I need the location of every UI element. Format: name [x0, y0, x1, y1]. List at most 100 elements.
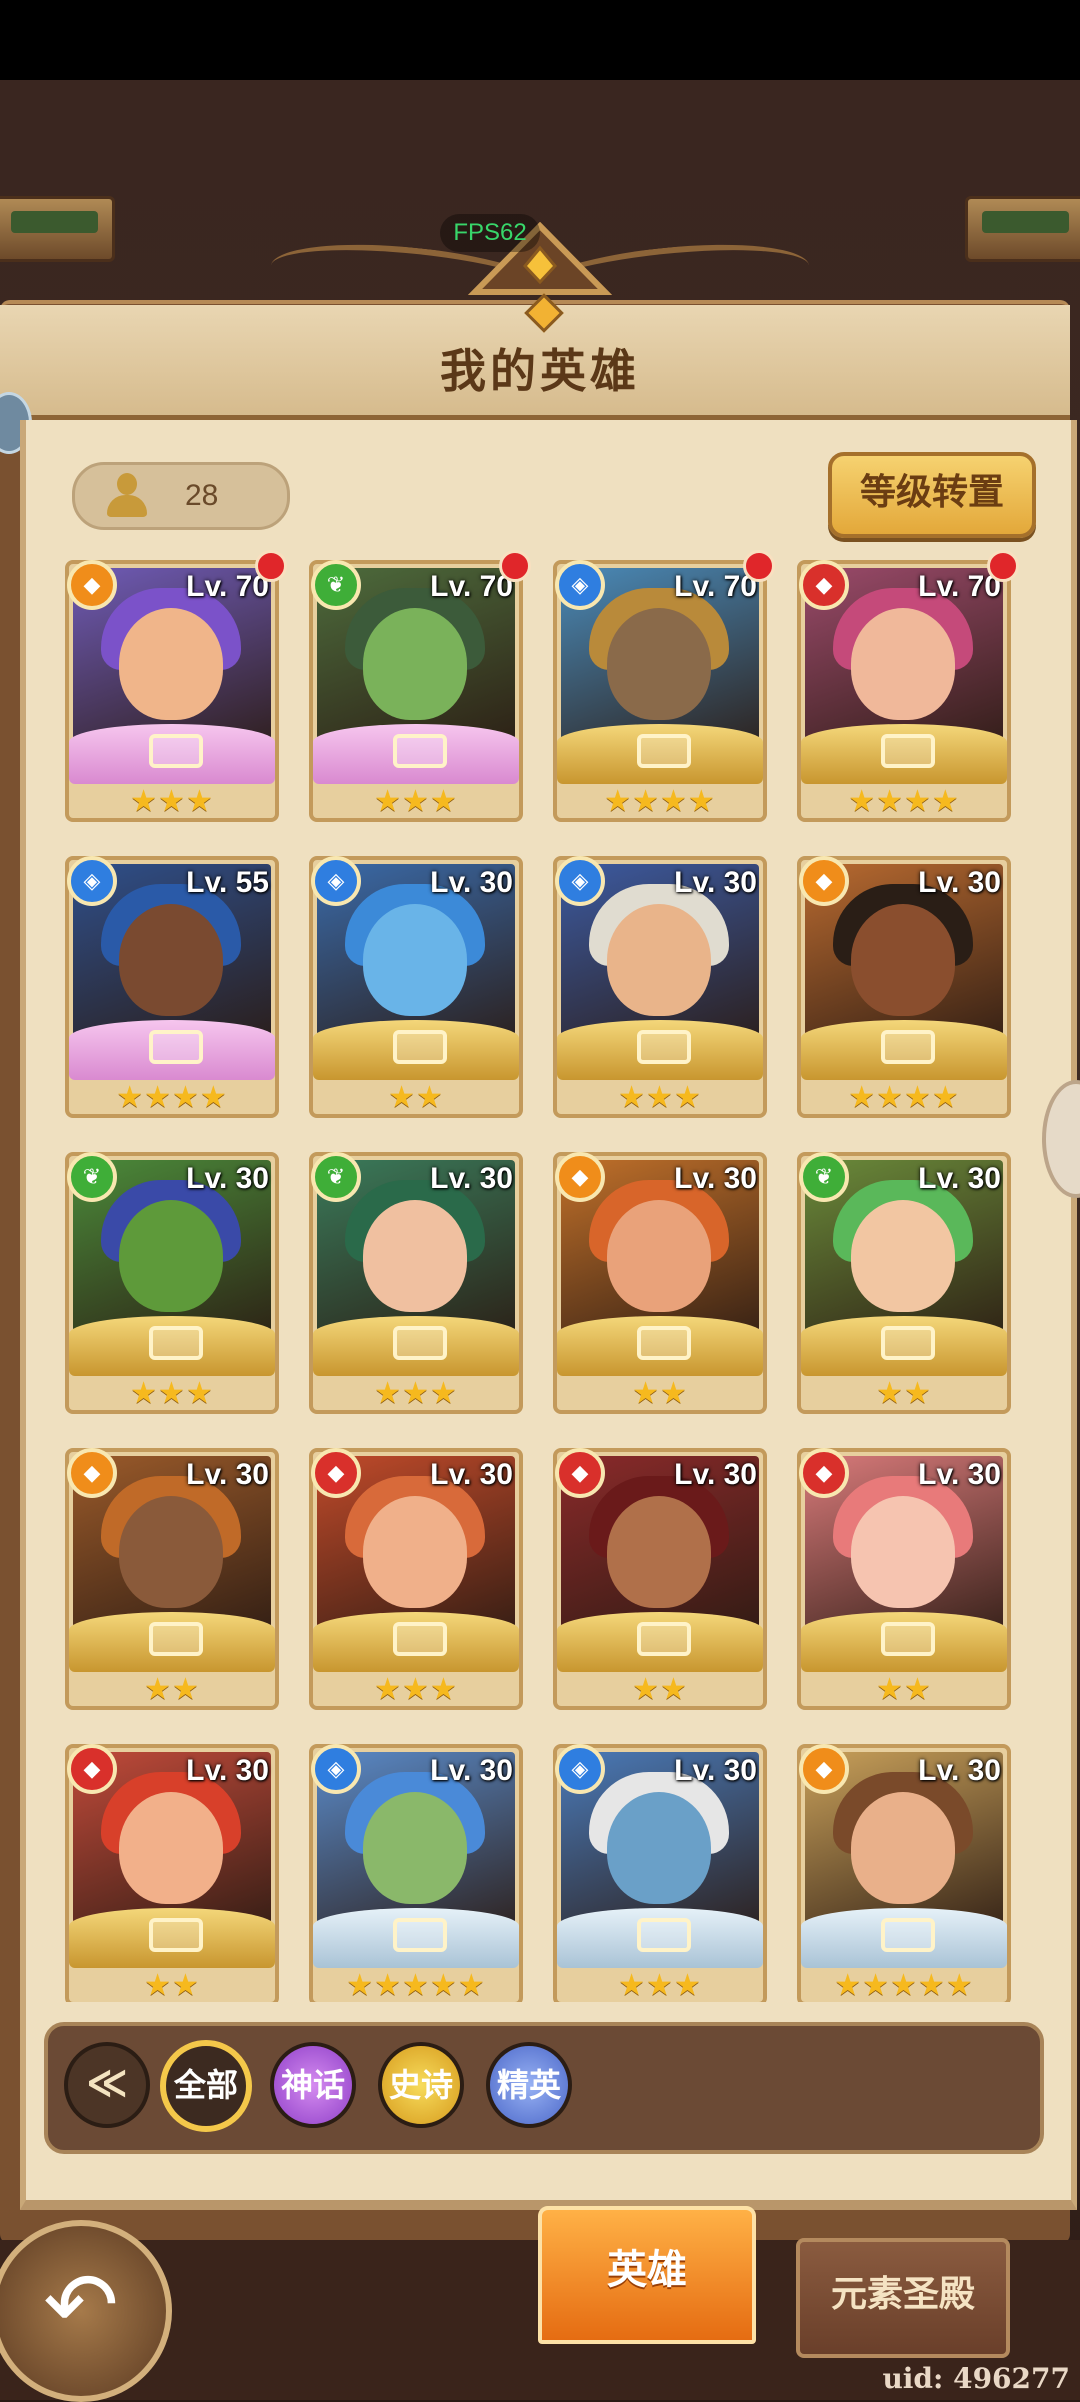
- frame-emblem-icon: [149, 734, 203, 768]
- hero-card[interactable]: Lv. 30 ◆ ★★: [65, 1448, 279, 1710]
- hero-card[interactable]: Lv. 30 ◈ ★★★★★: [309, 1744, 523, 2002]
- hero-card[interactable]: Lv. 30 ◆ ★★★★★: [797, 1744, 1011, 2002]
- hero-face: [851, 1792, 955, 1904]
- hero-level: Lv. 70: [186, 570, 269, 603]
- hero-level: Lv. 30: [674, 1162, 757, 1195]
- hero-stars: ★★★★★: [834, 1969, 974, 2002]
- hero-stars: ★★: [632, 1377, 688, 1410]
- hero-card[interactable]: Lv. 30 ◆ ★★: [553, 1448, 767, 1710]
- hero-stars: ★★★★★: [346, 1969, 486, 2002]
- frame-emblem-icon: [881, 1622, 935, 1656]
- frame-emblem-icon: [393, 1918, 447, 1952]
- frame-emblem-icon: [881, 1326, 935, 1360]
- hero-level: Lv. 55: [186, 866, 269, 899]
- hero-stars: ★★★: [374, 1377, 458, 1410]
- hero-card[interactable]: Lv. 30 ◈ ★★★: [553, 1744, 767, 2002]
- nature-element-icon: ❦: [67, 1152, 117, 1202]
- hero-grid: Lv. 70 ◆ ★★★ Lv. 70 ❦ ★★★ Lv. 70 ◈ ★★★★ Lv. 70 ◆ ★★…: [55, 550, 1025, 2002]
- hero-card[interactable]: Lv. 30 ❦ ★★: [797, 1152, 1011, 1414]
- person-icon: [105, 473, 149, 517]
- hero-level: Lv. 30: [918, 1754, 1001, 1787]
- frame-emblem-icon: [149, 1030, 203, 1064]
- filter-all-button[interactable]: 全部: [160, 2040, 252, 2132]
- hero-level: Lv. 70: [674, 570, 757, 603]
- fire-element-icon: ◆: [555, 1448, 605, 1498]
- hero-stars: ★★: [388, 1081, 444, 1114]
- hero-card[interactable]: Lv. 30 ❦ ★★★: [309, 1152, 523, 1414]
- hero-card[interactable]: Lv. 30 ◈ ★★: [309, 856, 523, 1118]
- hero-face: [119, 1496, 223, 1608]
- filter-epic-button[interactable]: 史诗: [378, 2042, 464, 2128]
- frame-emblem-icon: [637, 1326, 691, 1360]
- nature-element-icon: ❦: [311, 1152, 361, 1202]
- fire-element-icon: ◆: [67, 1744, 117, 1794]
- frame-emblem-icon: [393, 1030, 447, 1064]
- hero-count-value: 28: [185, 479, 219, 512]
- hero-card[interactable]: Lv. 30 ◆ ★★: [797, 1448, 1011, 1710]
- hero-card[interactable]: Lv. 30 ◆ ★★★: [309, 1448, 523, 1710]
- tab-heroes[interactable]: 英雄: [538, 2206, 756, 2344]
- frame-emblem-icon: [637, 1622, 691, 1656]
- hero-face: [363, 1496, 467, 1608]
- hero-face: [607, 904, 711, 1016]
- filter-myth-button[interactable]: 神话: [270, 2042, 356, 2128]
- hero-face: [119, 904, 223, 1016]
- hero-card[interactable]: Lv. 30 ◆ ★★★★: [797, 856, 1011, 1118]
- user-id-label: uid: 496277: [882, 2362, 1070, 2395]
- hero-card[interactable]: Lv. 30 ◈ ★★★: [553, 856, 767, 1118]
- hero-stars: ★★: [632, 1673, 688, 1706]
- hero-card[interactable]: Lv. 70 ◆ ★★★★: [797, 550, 1019, 822]
- nature-element-icon: ❦: [311, 560, 361, 610]
- hero-card[interactable]: Lv. 30 ◆ ★★: [65, 1744, 279, 2002]
- frame-emblem-icon: [881, 734, 935, 768]
- frame-emblem-icon: [637, 1030, 691, 1064]
- hero-level: Lv. 30: [430, 1162, 513, 1195]
- hero-card[interactable]: Lv. 70 ◈ ★★★★: [553, 550, 775, 822]
- frame-emblem-icon: [881, 1030, 935, 1064]
- hero-count-pill: 28: [72, 462, 290, 530]
- collapse-filter-button[interactable]: ≪: [64, 2042, 150, 2128]
- status-bar: [0, 0, 1080, 80]
- earth-element-icon: ◆: [799, 856, 849, 906]
- hero-card[interactable]: Lv. 55 ◈ ★★★★: [65, 856, 279, 1118]
- hero-card[interactable]: Lv. 70 ◆ ★★★: [65, 550, 287, 822]
- fire-element-icon: ◆: [799, 560, 849, 610]
- hero-stars: ★★★★: [848, 785, 960, 818]
- hero-stars: ★★★: [374, 1673, 458, 1706]
- hero-stars: ★★: [876, 1673, 932, 1706]
- hero-level: Lv. 70: [918, 570, 1001, 603]
- hero-stars: ★★★: [618, 1081, 702, 1114]
- earth-element-icon: ◆: [799, 1744, 849, 1794]
- hero-stars: ★★★: [374, 785, 458, 818]
- water-element-icon: ◈: [67, 856, 117, 906]
- hero-face: [363, 1200, 467, 1312]
- hero-level: Lv. 30: [430, 866, 513, 899]
- hero-card[interactable]: Lv. 30 ◆ ★★: [553, 1152, 767, 1414]
- earth-element-icon: ◆: [67, 1448, 117, 1498]
- hero-level: Lv. 70: [430, 570, 513, 603]
- hero-stars: ★★★: [618, 1969, 702, 2002]
- hero-card[interactable]: Lv. 70 ❦ ★★★: [309, 550, 531, 822]
- hero-level: Lv. 30: [430, 1754, 513, 1787]
- earth-element-icon: ◆: [555, 1152, 605, 1202]
- hero-level: Lv. 30: [186, 1458, 269, 1491]
- water-element-icon: ◈: [555, 1744, 605, 1794]
- page-title: 我的英雄: [440, 345, 640, 397]
- hero-level: Lv. 30: [674, 866, 757, 899]
- hero-face: [363, 608, 467, 720]
- filter-elite-button[interactable]: 精英: [486, 2042, 572, 2128]
- hero-level: Lv. 30: [186, 1162, 269, 1195]
- frame-emblem-icon: [393, 1326, 447, 1360]
- hero-face: [607, 608, 711, 720]
- fire-element-icon: ◆: [311, 1448, 361, 1498]
- hero-face: [363, 904, 467, 1016]
- level-transfer-button[interactable]: 等级转置: [828, 452, 1036, 538]
- frame-emblem-icon: [637, 1918, 691, 1952]
- hero-card[interactable]: Lv. 30 ❦ ★★★: [65, 1152, 279, 1414]
- notification-dot: [255, 550, 287, 582]
- tab-element-temple[interactable]: 元素圣殿: [796, 2238, 1010, 2358]
- notification-dot: [743, 550, 775, 582]
- hero-stars: ★★★: [130, 1377, 214, 1410]
- frame-emblem-icon: [637, 734, 691, 768]
- rarity-filter-bar: ≪ 全部 神话 史诗 精英: [44, 2022, 1044, 2154]
